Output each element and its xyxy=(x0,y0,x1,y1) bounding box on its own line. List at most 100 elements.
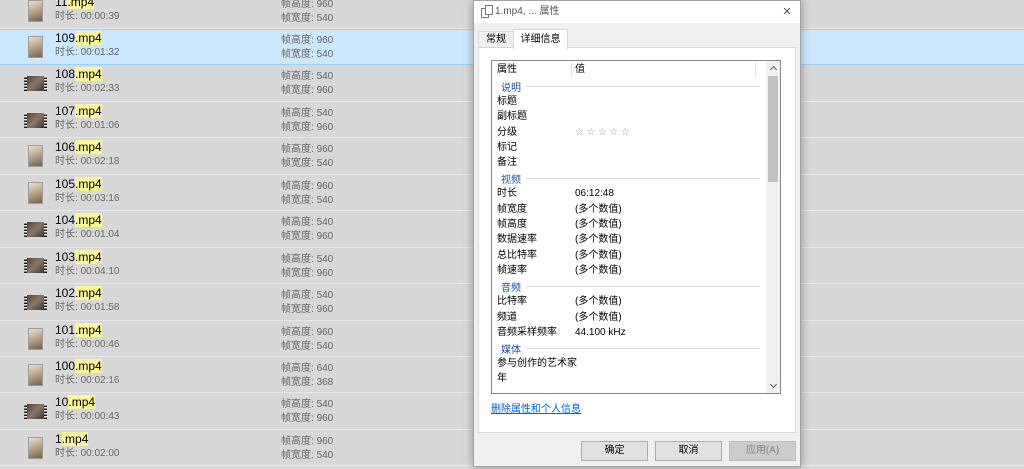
duration-label: 时长: xyxy=(55,302,78,314)
column-separator[interactable] xyxy=(571,62,572,77)
file-name-base: 109 xyxy=(55,31,76,45)
property-row[interactable]: 时长 06:12:48 xyxy=(492,186,766,201)
close-button[interactable]: ✕ xyxy=(774,1,800,23)
duration: 时长: 00:02:33 xyxy=(55,82,120,96)
duration: 时长: 00:01:04 xyxy=(55,228,120,242)
search-match-highlight: .mp4 xyxy=(75,286,102,301)
rating-star-icon[interactable]: ☆ xyxy=(609,127,618,138)
property-name: 标记 xyxy=(497,141,517,153)
vertical-scrollbar[interactable] xyxy=(766,61,780,393)
property-row[interactable]: 副标题 xyxy=(492,109,766,124)
property-row[interactable]: 总比特率 (多个数值) xyxy=(492,248,766,263)
duration-value: 00:02:00 xyxy=(80,447,120,459)
rating-stars[interactable]: ☆ ☆ ☆ ☆ ☆ xyxy=(575,125,632,140)
frame-width-label: 帧宽度: xyxy=(281,376,314,388)
frame-height: 帧高度: 640 xyxy=(281,362,333,375)
frame-width-value: 960 xyxy=(316,121,334,133)
scroll-down-button[interactable] xyxy=(766,378,780,393)
search-match-highlight: .mp4 xyxy=(75,213,102,228)
column-header-value[interactable]: 值 xyxy=(575,61,585,78)
duration: 时长: 00:01:32 xyxy=(55,46,120,60)
property-group-header[interactable]: 视频 xyxy=(492,170,766,186)
property-value: (多个数值) xyxy=(575,264,622,276)
frame-height-value: 960 xyxy=(316,35,334,46)
property-name: 参与创作的艺术家 xyxy=(497,358,577,370)
duration-label: 时长: xyxy=(55,47,78,58)
property-row[interactable]: 年 xyxy=(492,371,766,386)
property-group-header[interactable]: 媒体 xyxy=(492,340,766,356)
file-name: 109.mp4 xyxy=(55,30,102,46)
property-value: (多个数值) xyxy=(575,234,622,246)
tab-general[interactable]: 常规 xyxy=(478,31,514,48)
dialog-title-bar[interactable]: 1.mp4, ... 属性 ✕ xyxy=(474,1,800,23)
scroll-thumb[interactable] xyxy=(768,76,778,182)
duration-value: 00:04:10 xyxy=(80,265,120,277)
file-name-base: 105 xyxy=(55,176,76,191)
property-row[interactable]: 标题 xyxy=(492,94,766,109)
property-row[interactable]: 参与创作的艺术家 xyxy=(492,356,766,371)
video-thumbnail-icon xyxy=(24,112,47,128)
properties-dialog: 1.mp4, ... 属性 ✕ 常规 详细信息 属性 值 说明标题副标题 分级 ☆ ☆… xyxy=(473,0,801,467)
frame-width: 帧宽度: 540 xyxy=(281,449,333,462)
ok-button[interactable]: 确定 xyxy=(581,441,648,461)
frame-height: 帧高度: 540 xyxy=(281,216,333,229)
property-row[interactable]: 帧宽度 (多个数值) xyxy=(492,202,766,217)
frame-width: 帧宽度: 540 xyxy=(281,194,333,207)
rating-star-icon[interactable]: ☆ xyxy=(575,127,584,138)
frame-width-value: 960 xyxy=(316,413,334,425)
frame-width: 帧宽度: 540 xyxy=(281,12,333,25)
property-row[interactable]: 数据速率 (多个数值) xyxy=(492,232,766,247)
property-row[interactable]: 备注 xyxy=(492,155,766,170)
duration-value: 00:02:18 xyxy=(80,156,120,168)
frame-width-label: 帧宽度: xyxy=(281,340,314,352)
property-row[interactable]: 帧高度 (多个数值) xyxy=(492,217,766,232)
property-list[interactable]: 属性 值 说明标题副标题 分级 ☆ ☆ ☆ ☆ ☆ 标记备注 视频 时长 06:12:48 帧宽度 (多… xyxy=(491,60,781,394)
frame-width: 帧宽度: 540 xyxy=(281,340,333,353)
property-row[interactable]: 标记 xyxy=(492,140,766,155)
duration-label: 时长: xyxy=(55,447,78,459)
frame-width: 帧宽度: 368 xyxy=(281,376,333,389)
group-divider xyxy=(526,285,760,287)
remove-properties-link[interactable]: 删除属性和个人信息 xyxy=(491,403,581,417)
video-thumbnail-icon xyxy=(28,145,43,168)
rating-star-icon[interactable]: ☆ xyxy=(621,127,630,138)
duration-label: 时长: xyxy=(55,411,78,423)
frame-height: 帧高度: 540 xyxy=(281,107,333,120)
frame-width-value: 540 xyxy=(316,49,334,60)
frame-height-label: 帧高度: xyxy=(281,0,314,10)
column-header-property[interactable]: 属性 xyxy=(497,61,517,78)
column-separator[interactable] xyxy=(755,62,756,77)
frame-width-label: 帧宽度: xyxy=(281,121,314,133)
rating-star-icon[interactable]: ☆ xyxy=(598,127,607,138)
property-row[interactable]: 分级 ☆ ☆ ☆ ☆ ☆ xyxy=(492,125,766,140)
cancel-button[interactable]: 取消 xyxy=(655,441,722,461)
rating-star-icon[interactable]: ☆ xyxy=(586,127,595,138)
frame-width: 帧宽度: 960 xyxy=(281,121,333,134)
frame-height-value: 540 xyxy=(316,399,334,411)
property-list-header: 属性 值 xyxy=(492,61,766,78)
duration: 时长: 00:04:10 xyxy=(55,265,120,279)
property-group-header[interactable]: 说明 xyxy=(492,78,766,94)
property-group-title: 音频 xyxy=(501,282,521,294)
property-group-title: 媒体 xyxy=(501,344,521,356)
duration-label: 时长: xyxy=(55,119,78,131)
duration-value: 00:02:16 xyxy=(80,374,120,386)
property-name: 标题 xyxy=(497,96,517,107)
apply-button[interactable]: 应用(A) xyxy=(729,441,796,461)
scroll-up-button[interactable] xyxy=(766,61,780,76)
chevron-up-icon xyxy=(769,65,778,74)
tab-details[interactable]: 详细信息 xyxy=(513,29,568,49)
file-name: 10.mp4 xyxy=(55,394,96,410)
duration-value: 00:03:16 xyxy=(80,192,120,204)
chevron-down-icon xyxy=(769,380,778,389)
frame-height-label: 帧高度: xyxy=(281,399,314,411)
property-row[interactable]: 帧速率 (多个数值) xyxy=(492,263,766,278)
file-name-base: 100 xyxy=(55,358,76,373)
property-row[interactable]: 比特率 (多个数值) xyxy=(492,294,766,309)
frame-height-value: 960 xyxy=(316,435,334,447)
property-row[interactable]: 频道 (多个数值) xyxy=(492,310,766,325)
property-row[interactable]: 音频采样频率 44.100 kHz xyxy=(492,325,766,340)
property-group-header[interactable]: 音频 xyxy=(492,278,766,294)
frame-height-value: 960 xyxy=(316,144,334,156)
frame-width-label: 帧宽度: xyxy=(281,449,314,461)
